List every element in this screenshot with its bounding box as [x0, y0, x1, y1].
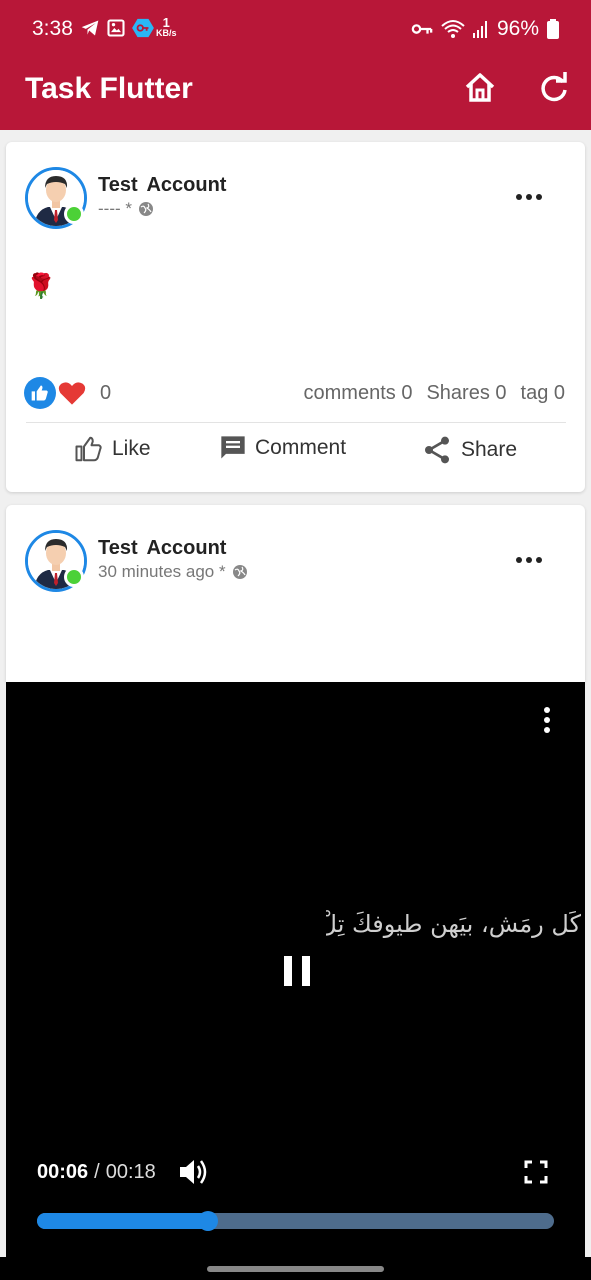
time-separator: / [94, 1161, 100, 1183]
author-name[interactable]: Test Account [98, 174, 226, 197]
net-speed-value: 1 [162, 15, 170, 30]
share-button[interactable]: Share [421, 434, 517, 466]
video-more-icon[interactable] [540, 706, 554, 734]
post-card: Test Account 30 minutes ago * [6, 505, 585, 682]
comment-icon [221, 436, 245, 459]
post-actions: Like Comment Share [6, 434, 585, 474]
notification-icons [80, 18, 154, 38]
pause-icon[interactable] [282, 954, 312, 988]
reaction-summary[interactable]: 0 [24, 377, 111, 409]
net-speed-unit: KB/s [156, 28, 177, 38]
like-label: Like [112, 437, 151, 460]
progress-fill [37, 1213, 208, 1229]
vpn-app-icon [132, 18, 154, 38]
home-icon[interactable] [462, 70, 498, 106]
tags-count[interactable]: tag 0 [521, 382, 565, 405]
love-reaction-icon [58, 382, 86, 405]
comment-button[interactable]: Comment [219, 434, 346, 462]
globe-icon [232, 565, 247, 579]
more-options-icon[interactable] [514, 550, 544, 570]
wifi-icon [441, 20, 465, 38]
like-reaction-icon [24, 377, 56, 409]
video-progress-bar[interactable] [37, 1211, 554, 1231]
post-content: 🌹 [26, 273, 56, 300]
post-stats: comments 0 Shares 0 tag 0 [304, 382, 565, 405]
comments-count[interactable]: comments 0 [304, 382, 413, 405]
video-player[interactable]: كَل رمَش، بيَهن طيوفكَ تِلْ 00:06 / 00:1… [6, 682, 585, 1257]
refresh-icon[interactable] [536, 70, 572, 106]
reaction-count: 0 [100, 381, 112, 404]
like-button[interactable]: Like [74, 434, 151, 464]
current-time: 00:06 [37, 1161, 89, 1183]
post-meta: 30 minutes ago * [98, 562, 248, 582]
online-status-dot [64, 204, 84, 224]
video-time: 00:06 / 00:18 [37, 1161, 156, 1184]
battery-percent: 96% [496, 17, 539, 40]
status-right: 96% [411, 17, 559, 41]
app-title: Task Flutter [25, 72, 193, 105]
status-time: 3:38 [32, 17, 73, 40]
online-status-dot [64, 567, 84, 587]
globe-icon [138, 202, 153, 216]
signal-icon [472, 21, 487, 38]
vpn-key-icon [411, 24, 433, 34]
divider [26, 422, 566, 423]
share-label: Share [461, 438, 518, 461]
net-speed: 1 KB/s [156, 15, 177, 38]
shares-count[interactable]: Shares 0 [426, 382, 506, 405]
progress-knob[interactable] [197, 1211, 218, 1231]
post-time: ---- * [98, 199, 132, 218]
thumbs-up-icon [75, 436, 102, 462]
status-bar: 3:38 1 KB/s 96% [0, 0, 591, 58]
system-nav-bar [0, 1257, 591, 1280]
comment-label: Comment [255, 436, 347, 459]
battery-icon [547, 19, 559, 39]
duration: 00:18 [105, 1161, 156, 1183]
fullscreen-icon[interactable] [524, 1160, 548, 1184]
video-caption: كَل رمَش، بيَهن طيوفكَ تِلْ [326, 910, 581, 938]
volume-icon[interactable] [178, 1158, 210, 1186]
share-icon [425, 436, 449, 464]
home-gesture-bar[interactable] [207, 1266, 384, 1272]
gallery-icon [107, 19, 125, 37]
more-options-icon[interactable] [514, 187, 544, 207]
author-name[interactable]: Test Account [98, 537, 226, 560]
post-meta: ---- * [98, 199, 154, 219]
app-bar: Task Flutter [0, 58, 591, 130]
post-time: 30 minutes ago * [98, 562, 226, 581]
telegram-icon [81, 20, 99, 36]
post-card: Test Account ---- * 🌹 0 comments 0 Share… [6, 142, 585, 492]
